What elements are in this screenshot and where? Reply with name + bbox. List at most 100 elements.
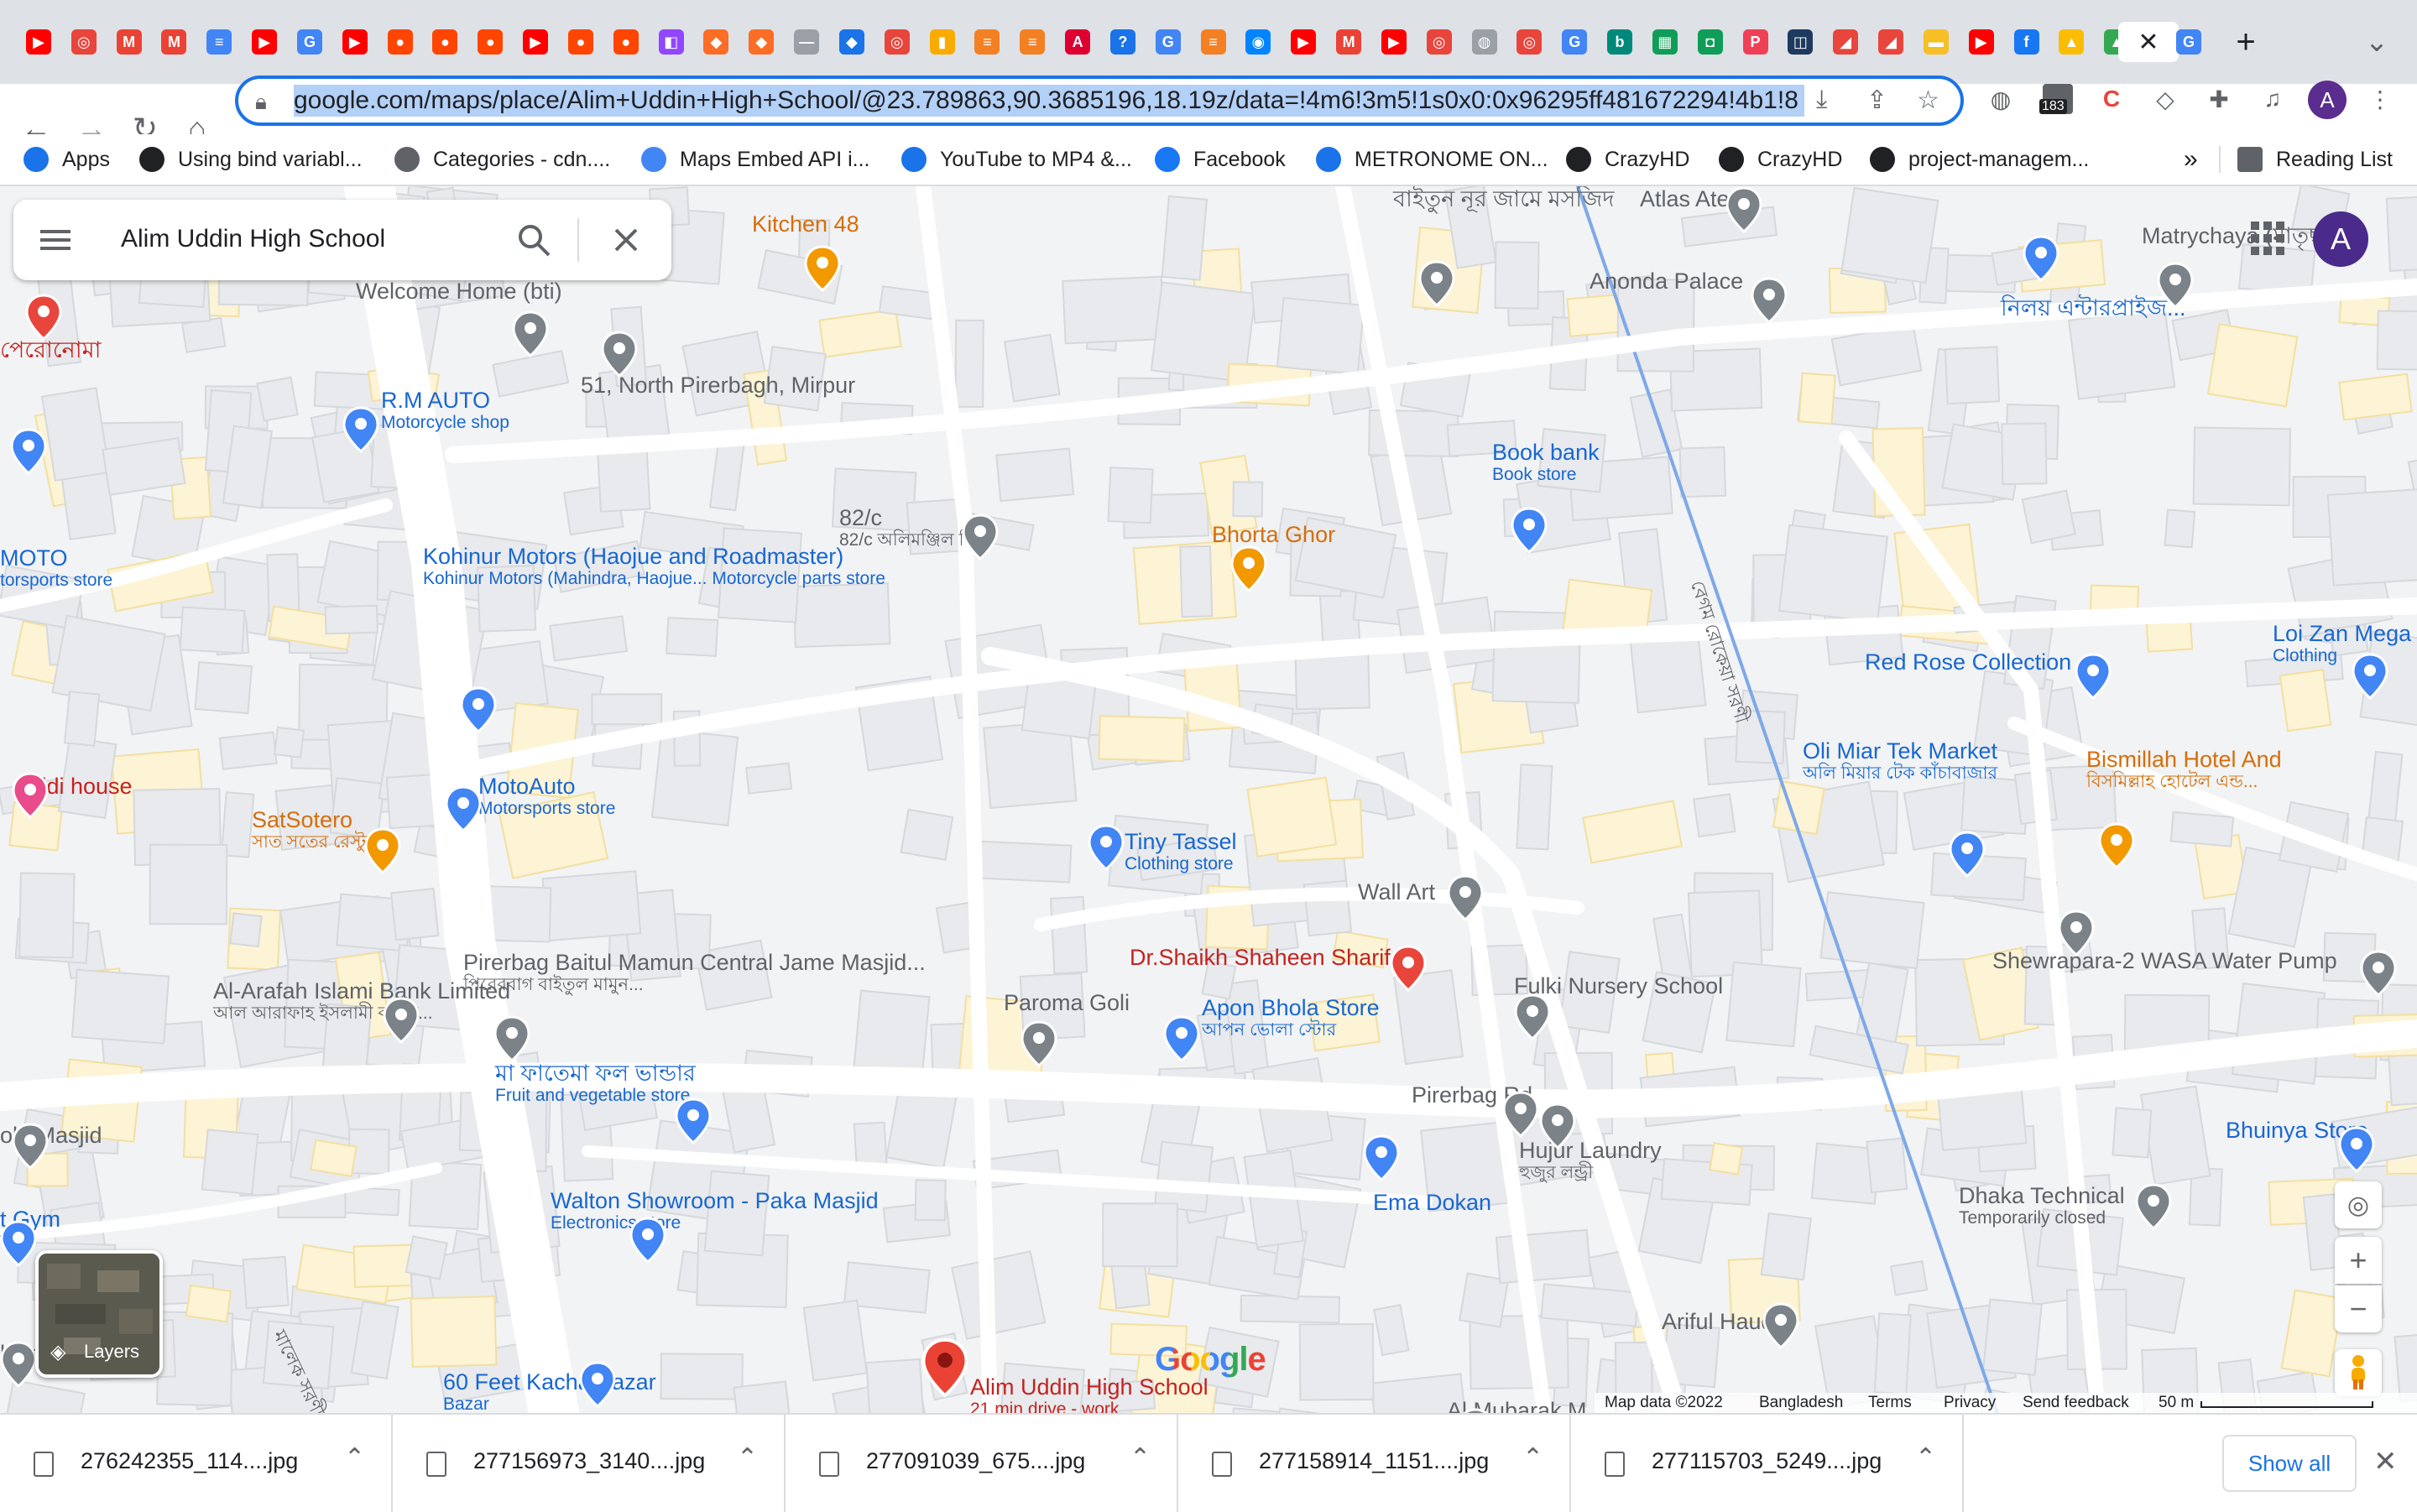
layers-button[interactable]: ◈ Layers <box>35 1250 163 1378</box>
gray-pin-icon[interactable] <box>1539 1103 1576 1150</box>
map-canvas[interactable]: Kitchen 48 Welcome Home (bti) পেরোনোমা R.M … <box>0 186 2417 1413</box>
bookmark-item[interactable]: CrazyHD <box>1566 141 1689 178</box>
gray-pin-icon[interactable] <box>1502 1091 1539 1138</box>
close-tab-icon[interactable]: ✕ <box>2138 28 2159 57</box>
show-all-downloads-button[interactable]: Show all <box>2222 1435 2357 1492</box>
place-label[interactable]: Dr.Shaikh Shaheen Sharif <box>1130 945 1391 970</box>
gray-pin-icon[interactable] <box>962 514 999 560</box>
bank-pin-icon[interactable] <box>383 997 420 1044</box>
place-label[interactable]: MotoAuto Motorsports store <box>478 774 615 819</box>
browser-tab[interactable]: ◘ <box>1692 22 1729 62</box>
shop-pin-icon[interactable] <box>2023 235 2059 282</box>
account-avatar[interactable]: A <box>2313 211 2368 267</box>
browser-tab[interactable]: ● <box>472 22 509 62</box>
browser-tab[interactable]: ▶ <box>1376 22 1412 62</box>
place-label[interactable]: Apon Bhola Store আপন ভোলা স্টোর <box>1202 995 1380 1040</box>
landmark-pin-icon[interactable] <box>2058 910 2095 957</box>
browser-tab[interactable]: b <box>1601 22 1638 62</box>
profile-avatar[interactable]: A <box>2308 81 2347 119</box>
browser-tab[interactable]: ▲ <box>2053 22 2090 62</box>
browser-tab[interactable]: ▶ <box>246 22 283 62</box>
browser-tab[interactable]: ▶ <box>1285 22 1322 62</box>
shop-pin-icon[interactable] <box>342 406 379 453</box>
search-input[interactable]: Alim Uddin High School <box>121 225 385 253</box>
close-icon[interactable] <box>606 220 646 260</box>
gray-pin-icon[interactable] <box>601 331 638 378</box>
browser-tab[interactable]: ◆ <box>833 22 870 62</box>
shop-pin-icon[interactable] <box>675 1098 712 1144</box>
google-apps-icon[interactable] <box>2249 220 2286 257</box>
place-label[interactable]: Loi Zan Mega Clothing <box>2273 621 2411 666</box>
browser-tab[interactable]: ▦ <box>1647 22 1684 62</box>
bookmark-item[interactable]: CrazyHD <box>1719 141 1842 178</box>
bookmark-item[interactable]: Facebook <box>1155 141 1286 178</box>
close-download-bar-icon[interactable]: ✕ <box>2373 1445 2398 1478</box>
browser-tab[interactable]: ◎ <box>1421 22 1458 62</box>
new-tab-button[interactable]: + <box>2227 22 2264 62</box>
chevron-up-icon[interactable]: ⌃ <box>344 1443 365 1473</box>
browser-tab[interactable]: ▶ <box>517 22 554 62</box>
browser-tab[interactable]: ≡ <box>1014 22 1051 62</box>
bookmark-item[interactable]: project-managem... <box>1870 141 2089 178</box>
place-label[interactable]: Paroma Goli <box>1004 990 1130 1015</box>
my-location-button[interactable]: ◎ <box>2335 1181 2382 1228</box>
browser-tab[interactable]: G <box>2170 22 2207 62</box>
scale-label[interactable]: 50 m <box>2159 1394 2194 1412</box>
browser-tab[interactable]: ◉ <box>1240 22 1276 62</box>
hotel-pin-icon[interactable] <box>12 772 49 819</box>
send-feedback-link[interactable]: Send feedback <box>2023 1394 2129 1412</box>
bookmarks-overflow-button[interactable]: » <box>2184 141 2198 178</box>
browser-tab[interactable]: ≡ <box>201 22 238 62</box>
browser-tab[interactable]: ● <box>608 22 645 62</box>
bookmark-item[interactable]: Maps Embed API i... <box>641 141 870 178</box>
place-label[interactable]: Walton Showroom - Paka Masjid Electronics… <box>551 1188 879 1233</box>
extensions-puzzle-icon[interactable]: ✚ <box>2199 79 2239 119</box>
browser-tab[interactable]: ● <box>426 22 463 62</box>
browser-tab[interactable]: ◎ <box>1511 22 1548 62</box>
selected-pin-icon[interactable] <box>921 1337 968 1398</box>
place-label[interactable]: Shewrapara-2 WASA Water Pump <box>1992 948 2337 973</box>
place-label[interactable]: মা ফাতেমা ফল ভান্ডার Fruit and vegetable … <box>495 1061 696 1106</box>
chevron-up-icon[interactable]: ⌃ <box>1915 1443 1936 1473</box>
shop-pin-icon[interactable] <box>2075 653 2112 700</box>
place-label[interactable]: Welcome Home (bti) <box>356 279 562 304</box>
shop-pin-icon[interactable] <box>2338 1126 2375 1173</box>
place-label[interactable]: Dhaka Technical Temporarily closed <box>1959 1183 2125 1228</box>
browser-tab[interactable]: ▶ <box>1963 22 2000 62</box>
browser-tab[interactable]: A <box>1059 22 1096 62</box>
reading-list-button[interactable]: Reading List <box>2237 141 2393 178</box>
place-label[interactable]: Oli Miar Tek Market অলি মিয়ার টেক কাঁচাব… <box>1803 738 1997 784</box>
place-label[interactable]: MOTO torsports store <box>0 545 112 591</box>
place-label[interactable]: Ema Dokan <box>1373 1190 1491 1215</box>
restaurant-pin-icon[interactable] <box>804 245 841 292</box>
browser-tab[interactable]: ≡ <box>968 22 1005 62</box>
c-extension-icon[interactable]: C <box>2091 79 2132 119</box>
download-item[interactable]: 276242355_114....jpg ⌃ <box>0 1415 393 1512</box>
place-label[interactable]: Pirerbag Baitul Mamun Central Jame Masji… <box>463 950 926 995</box>
globe-extension-icon[interactable]: ◍ <box>1981 79 2021 119</box>
gray-pin-icon[interactable] <box>12 1123 49 1170</box>
place-label[interactable]: Anonda Palace <box>1590 269 1743 294</box>
place-label[interactable]: Kitchen 48 <box>752 211 859 237</box>
url-text[interactable]: google.com/maps/place/Alim+Uddin+High+Sc… <box>294 85 1804 117</box>
mosque-pin-icon[interactable] <box>1418 260 1455 307</box>
search-icon[interactable] <box>514 220 554 260</box>
gray-pin-icon[interactable] <box>1751 277 1788 324</box>
privacy-link[interactable]: Privacy <box>1944 1394 1996 1412</box>
medical-pin-icon[interactable] <box>1390 945 1427 992</box>
shop-pin-icon[interactable] <box>460 686 497 733</box>
shop-pin-icon[interactable] <box>1163 1015 1200 1062</box>
bookmark-item[interactable]: Apps <box>23 141 110 178</box>
shop-pin-icon[interactable] <box>629 1217 666 1264</box>
download-item[interactable]: 277115703_5249....jpg ⌃ <box>1571 1415 1964 1512</box>
restaurant-pin-icon[interactable] <box>2098 822 2135 869</box>
share-icon[interactable]: ⇪ <box>1866 86 1887 115</box>
place-label[interactable]: Alim Uddin High School 21 min drive - wor… <box>970 1374 1208 1413</box>
chevron-up-icon[interactable]: ⌃ <box>1522 1443 1543 1473</box>
bookmark-star-icon[interactable]: ☆ <box>1917 86 1939 115</box>
mosque-pin-icon[interactable] <box>493 1015 530 1062</box>
gray-pin-icon[interactable] <box>512 310 549 357</box>
cart-pin-icon[interactable] <box>1949 831 1986 878</box>
gray-pin-icon[interactable] <box>2360 950 2397 997</box>
place-label[interactable]: বাইতুন নূর জামে মসজিদ <box>1393 186 1614 211</box>
